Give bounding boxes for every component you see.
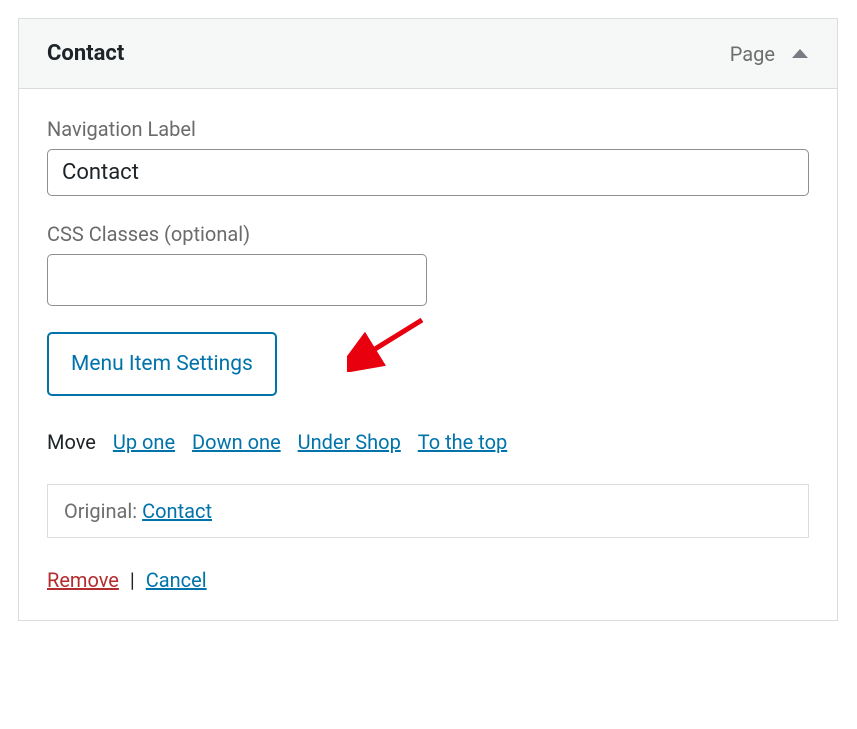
original-box: Original: Contact [47,484,809,538]
action-separator: | [130,568,135,592]
arrow-annotation-icon [347,312,437,372]
actions-row: Remove | Cancel [47,568,809,592]
move-up-one-link[interactable]: Up one [113,430,175,454]
original-label: Original: [64,499,137,523]
cancel-link[interactable]: Cancel [146,568,207,592]
move-to-the-top-link[interactable]: To the top [418,430,507,454]
panel-header[interactable]: Contact Page [19,19,837,89]
move-label: Move [47,430,96,454]
menu-item-panel: Contact Page Navigation Label CSS Classe… [18,18,838,621]
navigation-label-label: Navigation Label [47,117,809,141]
css-classes-input[interactable] [47,254,427,306]
remove-link[interactable]: Remove [47,568,119,592]
move-under-shop-link[interactable]: Under Shop [298,430,401,454]
panel-header-right: Page [730,42,809,66]
menu-item-settings-button[interactable]: Menu Item Settings [47,332,277,396]
css-classes-label: CSS Classes (optional) [47,222,809,246]
original-link[interactable]: Contact [142,499,212,523]
panel-body: Navigation Label CSS Classes (optional) … [19,89,837,620]
css-classes-field-group: CSS Classes (optional) [47,222,809,306]
collapse-chevron-up-icon[interactable] [791,44,809,63]
item-type-label: Page [730,42,775,66]
move-row: Move Up one Down one Under Shop To the t… [47,430,809,454]
panel-title: Contact [47,41,124,66]
move-down-one-link[interactable]: Down one [192,430,281,454]
navigation-label-field-group: Navigation Label [47,117,809,196]
navigation-label-input[interactable] [47,149,809,196]
